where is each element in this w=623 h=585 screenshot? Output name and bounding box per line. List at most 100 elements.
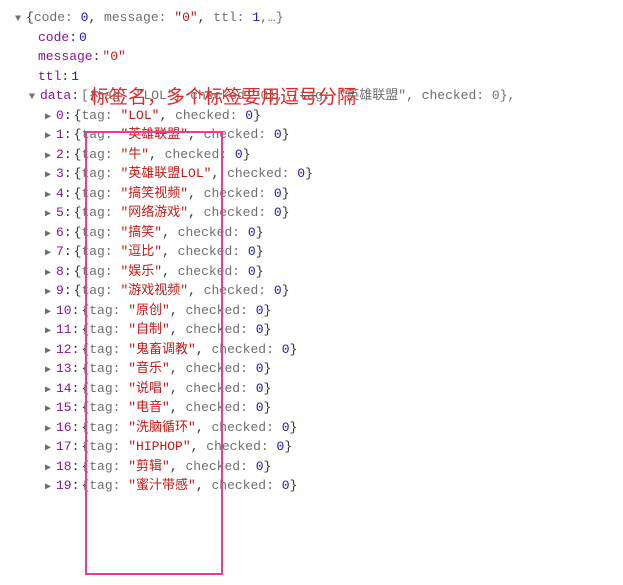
item-body: {tag: "剪辑", checked: 0} — [81, 457, 271, 477]
collapse-icon[interactable]: ▶ — [42, 383, 54, 398]
collapse-icon[interactable]: ▶ — [42, 324, 54, 339]
item-index: 15 — [56, 398, 72, 418]
tag-value: "英雄联盟" — [120, 127, 188, 142]
collapse-icon[interactable]: ▶ — [42, 285, 54, 300]
item-body: {tag: "牛", checked: 0} — [74, 145, 251, 165]
root-summary: {code: 0, message: "0", ttl: 1,…} — [26, 8, 284, 28]
expand-icon[interactable]: ▼ — [12, 12, 24, 27]
field-code[interactable]: code: 0 — [12, 28, 611, 48]
expand-icon[interactable]: ▼ — [26, 90, 38, 105]
tag-value: "鬼畜调教" — [128, 342, 196, 357]
tag-value: "洗脑循环" — [128, 420, 196, 435]
item-index: 9 — [56, 281, 64, 301]
checked-value: 0 — [256, 322, 264, 337]
item-body: {tag: "英雄联盟LOL", checked: 0} — [74, 164, 313, 184]
data-item[interactable]: ▶13: {tag: "音乐", checked: 0} — [12, 359, 611, 379]
item-index: 19 — [56, 476, 72, 496]
checked-value: 0 — [282, 420, 290, 435]
json-tree: ▼ {code: 0, message: "0", ttl: 1,…} code… — [12, 8, 611, 496]
data-item[interactable]: ▶17: {tag: "HIPHOP", checked: 0} — [12, 437, 611, 457]
item-body: {tag: "逗比", checked: 0} — [74, 242, 264, 262]
field-message[interactable]: message: "0" — [12, 47, 611, 67]
collapse-icon[interactable]: ▶ — [42, 227, 54, 242]
root-row[interactable]: ▼ {code: 0, message: "0", ttl: 1,…} — [12, 8, 611, 28]
tag-value: "搞笑视频" — [120, 186, 188, 201]
data-item[interactable]: ▶1: {tag: "英雄联盟", checked: 0} — [12, 125, 611, 145]
data-item[interactable]: ▶4: {tag: "搞笑视频", checked: 0} — [12, 184, 611, 204]
collapse-icon[interactable]: ▶ — [42, 110, 54, 125]
tag-value: "蜜汁带感" — [128, 478, 196, 493]
item-body: {tag: "说唱", checked: 0} — [81, 379, 271, 399]
checked-value: 0 — [248, 244, 256, 259]
tag-value: "说唱" — [128, 381, 170, 396]
collapse-icon[interactable]: ▶ — [42, 266, 54, 281]
item-index: 13 — [56, 359, 72, 379]
item-body: {tag: "洗脑循环", checked: 0} — [81, 418, 297, 438]
item-index: 12 — [56, 340, 72, 360]
item-body: {tag: "蜜汁带感", checked: 0} — [81, 476, 297, 496]
checked-value: 0 — [248, 264, 256, 279]
data-item[interactable]: ▶18: {tag: "剪辑", checked: 0} — [12, 457, 611, 477]
item-index: 4 — [56, 184, 64, 204]
data-item[interactable]: ▶19: {tag: "蜜汁带感", checked: 0} — [12, 476, 611, 496]
data-item[interactable]: ▶6: {tag: "搞笑", checked: 0} — [12, 223, 611, 243]
item-index: 16 — [56, 418, 72, 438]
tag-value: "电音" — [128, 400, 170, 415]
item-body: {tag: "鬼畜调教", checked: 0} — [81, 340, 297, 360]
item-index: 6 — [56, 223, 64, 243]
data-item[interactable]: ▶11: {tag: "自制", checked: 0} — [12, 320, 611, 340]
collapse-icon[interactable]: ▶ — [42, 207, 54, 222]
checked-value: 0 — [274, 283, 282, 298]
checked-value: 0 — [256, 361, 264, 376]
data-item[interactable]: ▶14: {tag: "说唱", checked: 0} — [12, 379, 611, 399]
tag-value: "娱乐" — [120, 264, 162, 279]
item-index: 7 — [56, 242, 64, 262]
checked-value: 0 — [282, 478, 290, 493]
data-item[interactable]: ▶9: {tag: "游戏视频", checked: 0} — [12, 281, 611, 301]
tag-value: "网络游戏" — [120, 205, 188, 220]
item-body: {tag: "搞笑视频", checked: 0} — [74, 184, 290, 204]
data-item[interactable]: ▶5: {tag: "网络游戏", checked: 0} — [12, 203, 611, 223]
item-index: 2 — [56, 145, 64, 165]
collapse-icon[interactable]: ▶ — [42, 461, 54, 476]
item-body: {tag: "电音", checked: 0} — [81, 398, 271, 418]
item-body: {tag: "音乐", checked: 0} — [81, 359, 271, 379]
tag-value: "牛" — [120, 147, 149, 162]
tag-value: "自制" — [128, 322, 170, 337]
data-item[interactable]: ▶3: {tag: "英雄联盟LOL", checked: 0} — [12, 164, 611, 184]
data-item[interactable]: ▶15: {tag: "电音", checked: 0} — [12, 398, 611, 418]
collapse-icon[interactable]: ▶ — [42, 363, 54, 378]
data-item[interactable]: ▶8: {tag: "娱乐", checked: 0} — [12, 262, 611, 282]
tag-value: "逗比" — [120, 244, 162, 259]
item-index: 1 — [56, 125, 64, 145]
collapse-icon[interactable]: ▶ — [42, 344, 54, 359]
collapse-icon[interactable]: ▶ — [42, 168, 54, 183]
item-index: 10 — [56, 301, 72, 321]
data-item[interactable]: ▶7: {tag: "逗比", checked: 0} — [12, 242, 611, 262]
checked-value: 0 — [282, 342, 290, 357]
data-item[interactable]: ▶10: {tag: "原创", checked: 0} — [12, 301, 611, 321]
data-item[interactable]: ▶16: {tag: "洗脑循环", checked: 0} — [12, 418, 611, 438]
collapse-icon[interactable]: ▶ — [42, 480, 54, 495]
tag-value: "游戏视频" — [120, 283, 188, 298]
checked-value: 0 — [297, 166, 305, 181]
checked-value: 0 — [256, 303, 264, 318]
tag-value: "音乐" — [128, 361, 170, 376]
checked-value: 0 — [256, 400, 264, 415]
collapse-icon[interactable]: ▶ — [42, 305, 54, 320]
collapse-icon[interactable]: ▶ — [42, 188, 54, 203]
data-item[interactable]: ▶2: {tag: "牛", checked: 0} — [12, 145, 611, 165]
collapse-icon[interactable]: ▶ — [42, 129, 54, 144]
item-index: 8 — [56, 262, 64, 282]
item-index: 14 — [56, 379, 72, 399]
item-index: 5 — [56, 203, 64, 223]
collapse-icon[interactable]: ▶ — [42, 422, 54, 437]
collapse-icon[interactable]: ▶ — [42, 402, 54, 417]
collapse-icon[interactable]: ▶ — [42, 441, 54, 456]
collapse-icon[interactable]: ▶ — [42, 149, 54, 164]
collapse-icon[interactable]: ▶ — [42, 246, 54, 261]
item-body: {tag: "英雄联盟", checked: 0} — [74, 125, 290, 145]
item-index: 11 — [56, 320, 72, 340]
item-body: {tag: "游戏视频", checked: 0} — [74, 281, 290, 301]
data-item[interactable]: ▶12: {tag: "鬼畜调教", checked: 0} — [12, 340, 611, 360]
